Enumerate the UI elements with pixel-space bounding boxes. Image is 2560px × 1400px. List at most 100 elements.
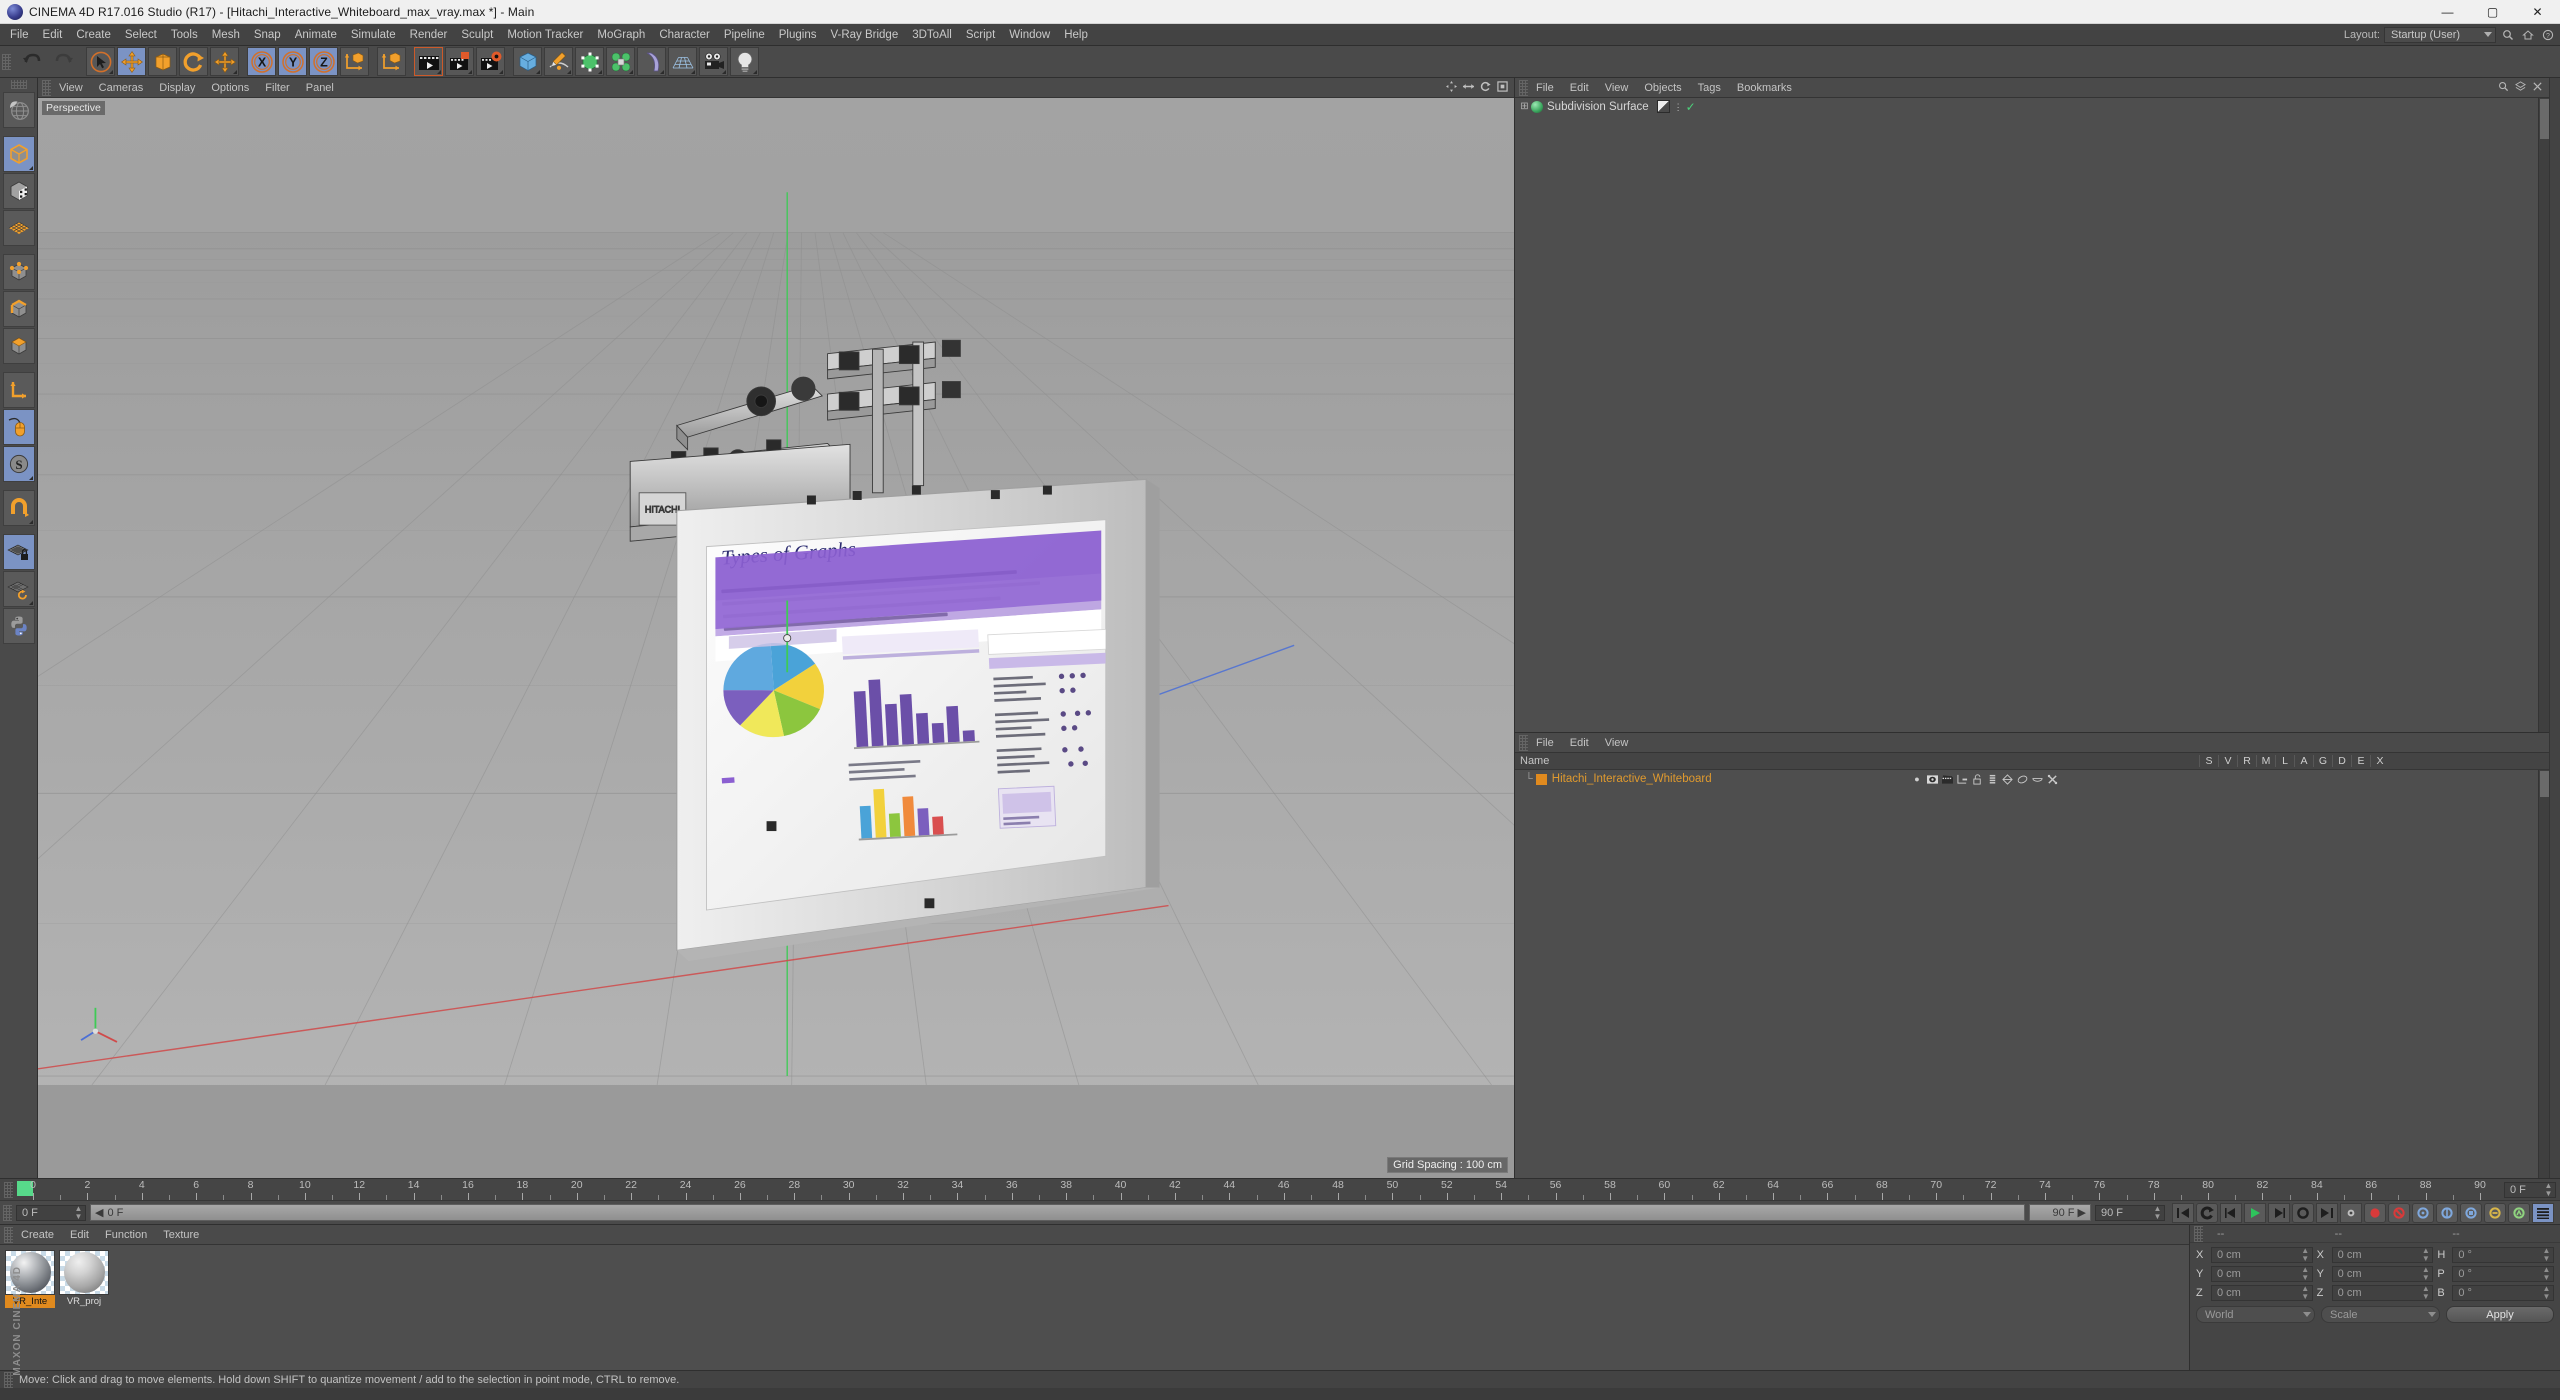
scene-column-a[interactable]: A [2294,755,2313,767]
add-generator-button[interactable] [575,47,604,76]
spinner-icon[interactable]: ▲ ▼ [2542,1247,2551,1263]
animbar-grip[interactable] [3,1204,12,1221]
menu-item-simulate[interactable]: Simulate [344,24,403,46]
anim-end-field[interactable]: 90 F ▲ ▼ [2095,1204,2165,1221]
anim-start-field[interactable]: 0 F ▲ ▼ [16,1204,86,1221]
size-z-field[interactable]: 0 cm ▲ ▼ [2331,1285,2434,1301]
undo-view-button[interactable] [2,92,35,128]
size-x-field[interactable]: 0 cm ▲ ▼ [2331,1247,2434,1263]
spinner-icon[interactable]: ▲ ▼ [74,1204,83,1221]
menu-item-mesh[interactable]: Mesh [205,24,247,46]
step-forward-button[interactable] [2268,1202,2290,1223]
move-button[interactable] [117,47,146,76]
object-manager-search-icon[interactable] [2498,79,2509,97]
anim-preview-end-field[interactable]: 90 F ▶ [2029,1204,2091,1221]
deformer-icon[interactable] [2016,773,2028,785]
dots-tag-icon[interactable]: ⋮ [1674,102,1683,112]
workplane-button[interactable]: S [2,446,35,482]
scene-column-x[interactable]: X [2370,755,2389,767]
coordinate-system-select[interactable]: World [2196,1306,2315,1323]
object-manager-grip[interactable] [1519,79,1528,96]
maximize-button[interactable]: ▢ [2470,0,2515,24]
menu-item-render[interactable]: Render [403,24,455,46]
scale-view-icon[interactable] [1463,79,1474,97]
param-key-button[interactable] [2484,1202,2506,1223]
scene-column-v[interactable]: V [2218,755,2237,767]
edges-mode-button[interactable] [2,291,35,327]
viewport-solo-button[interactable] [2,409,35,445]
timeline-current-frame-field[interactable]: 0 F ▲ ▼ [2504,1181,2556,1198]
menu-item-create[interactable]: Create [69,24,118,46]
toolbar-grip[interactable] [2,53,11,70]
uv-mesh-mode-button[interactable] [2,210,35,246]
scale-key-button[interactable] [2460,1202,2482,1223]
viewport-menu-grip[interactable] [42,79,51,96]
go-to-start-button[interactable] [2172,1202,2194,1223]
menu-item-window[interactable]: Window [1002,24,1057,46]
undo-button[interactable] [18,47,47,76]
scene-column-s[interactable]: S [2199,755,2218,767]
position-z-field[interactable]: 0 cm ▲ ▼ [2211,1285,2313,1301]
z-axis-lock-button[interactable]: Z [309,47,338,76]
scene-column-r[interactable]: R [2237,755,2256,767]
move-secondary-button[interactable] [210,47,239,76]
pla-key-button[interactable] [2508,1202,2530,1223]
visibility-icon[interactable] [1926,773,1938,785]
add-cube-button[interactable] [513,47,542,76]
scale-button[interactable] [148,47,177,76]
scene-manager-grip[interactable] [1519,734,1528,751]
menu-item-v-ray-bridge[interactable]: V-Ray Bridge [823,24,905,46]
object-manager-body[interactable]: ⊞ Subdivision Surface ⋮ ✓ [1515,98,2549,732]
maximize-view-icon[interactable] [1497,79,1508,97]
rotate-button[interactable] [179,47,208,76]
menu-item-edit[interactable]: Edit [36,24,70,46]
viewport-menu-panel[interactable]: Panel [298,82,342,94]
spinner-icon[interactable]: ▲ ▼ [2544,1181,2553,1198]
scene-column-l[interactable]: L [2275,755,2294,767]
menu-item-tools[interactable]: Tools [164,24,205,46]
menu-item-file[interactable]: File [3,24,36,46]
redo-button[interactable] [49,47,78,76]
live-selection-button[interactable] [86,47,115,76]
go-to-end-button[interactable] [2316,1202,2338,1223]
help-icon[interactable]: ? [2540,27,2556,43]
texture-mode-button[interactable] [2,173,35,209]
close-button[interactable]: ✕ [2515,0,2560,24]
scene-column-d[interactable]: D [2332,755,2351,767]
minimize-button[interactable]: — [2425,0,2470,24]
spinner-icon[interactable]: ▲ ▼ [2421,1285,2430,1301]
object-row-subdivision-surface[interactable]: ⊞ Subdivision Surface ⋮ ✓ [1515,98,2538,115]
menu-item-animate[interactable]: Animate [288,24,344,46]
timeline-toggle-button[interactable] [2532,1202,2554,1223]
anim-track-field[interactable]: ◀ 0 F [90,1204,2025,1221]
play-button[interactable] [2244,1202,2266,1223]
menu-item-script[interactable]: Script [959,24,1002,46]
matmgr-menu-edit[interactable]: Edit [62,1229,97,1241]
add-scene-object-button[interactable] [668,47,697,76]
coordinate-mode-select[interactable]: Scale [2321,1306,2440,1323]
rotate-view-icon[interactable] [1480,79,1491,97]
menu-item-character[interactable]: Character [652,24,717,46]
viewport-menu-options[interactable]: Options [203,82,257,94]
rotation-p-field[interactable]: 0 ° ▲ ▼ [2452,1266,2555,1282]
xpresso-icon[interactable] [2046,773,2058,785]
spinner-icon[interactable]: ▲ ▼ [2153,1204,2162,1221]
objmgr-menu-bookmarks[interactable]: Bookmarks [1729,82,1800,94]
scene-row-whiteboard[interactable]: └ Hitachi_Interactive_Whiteboard ● [1515,770,2538,788]
y-axis-lock-button[interactable]: Y [278,47,307,76]
check-tag-icon[interactable]: ✓ [1686,100,1696,114]
s-dot-icon[interactable]: ● [1911,773,1923,785]
matmgr-menu-function[interactable]: Function [97,1229,155,1241]
enable-snapping-button[interactable] [2,490,35,526]
spinner-icon[interactable]: ▲ ▼ [2301,1285,2310,1301]
scene-column-m[interactable]: M [2256,755,2275,767]
rotation-key-button[interactable] [2436,1202,2458,1223]
animation-icon[interactable] [1986,773,1998,785]
timeline-track[interactable]: 0 2 4 6 8 10 12 14 16 18 20 22 24 26 28 30 32 34 36 38 40 42 4… [17,1179,2500,1201]
add-spline-button[interactable] [544,47,573,76]
scene-column-g[interactable]: G [2313,755,2332,767]
scenemgr-menu-file[interactable]: File [1528,737,1562,749]
object-manager-layers-icon[interactable] [2515,79,2526,97]
render-icon[interactable] [1941,773,1953,785]
points-mode-button[interactable] [2,254,35,290]
